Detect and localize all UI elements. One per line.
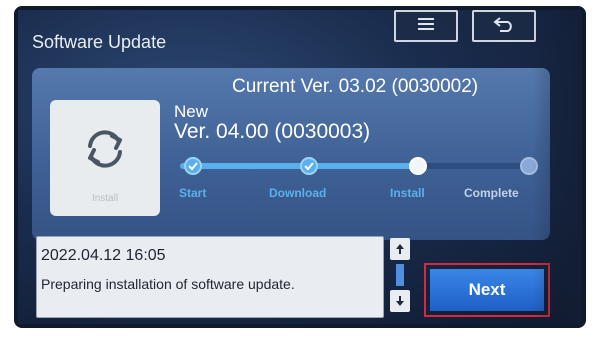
new-version-label: New <box>174 102 209 121</box>
arrow-up-icon <box>396 244 404 254</box>
step-label-download: Download <box>269 186 327 200</box>
step-label-install: Install <box>390 186 425 200</box>
install-tile[interactable]: Install <box>50 100 160 216</box>
back-icon <box>492 16 516 37</box>
menu-icon <box>418 17 434 36</box>
menu-button[interactable] <box>394 10 458 42</box>
arrow-down-icon <box>396 296 404 306</box>
scroll-up-button[interactable] <box>390 238 410 260</box>
refresh-icon <box>88 130 122 168</box>
back-button[interactable] <box>472 10 536 42</box>
current-version: Current Ver. 03.02 (0030002) <box>232 76 479 97</box>
screen-edge-shadow <box>532 10 582 324</box>
next-button[interactable]: Next <box>430 269 544 311</box>
step-start-done-icon <box>184 157 202 175</box>
message-text: Preparing installation of software updat… <box>41 276 295 292</box>
progress-track <box>180 163 536 169</box>
install-tile-label: Install <box>91 193 119 204</box>
step-install-current-icon <box>409 157 427 175</box>
step-label-start: Start <box>179 186 207 200</box>
screen: Software Update Current Ver. 03.02 (0030… <box>18 10 582 324</box>
message-box: 2022.04.12 16:05 Preparing installation … <box>36 236 384 318</box>
new-version-number: Ver. 04.00 (0030003) <box>174 120 371 143</box>
step-download-done-icon <box>300 157 318 175</box>
update-panel: Current Ver. 03.02 (0030002) Install New… <box>32 68 550 240</box>
step-label-complete: Complete <box>464 186 519 200</box>
scroll-down-button[interactable] <box>390 290 410 312</box>
page-title: Software Update <box>32 32 167 52</box>
scrollbar-thumb[interactable] <box>396 264 404 286</box>
message-timestamp: 2022.04.12 16:05 <box>41 247 166 264</box>
